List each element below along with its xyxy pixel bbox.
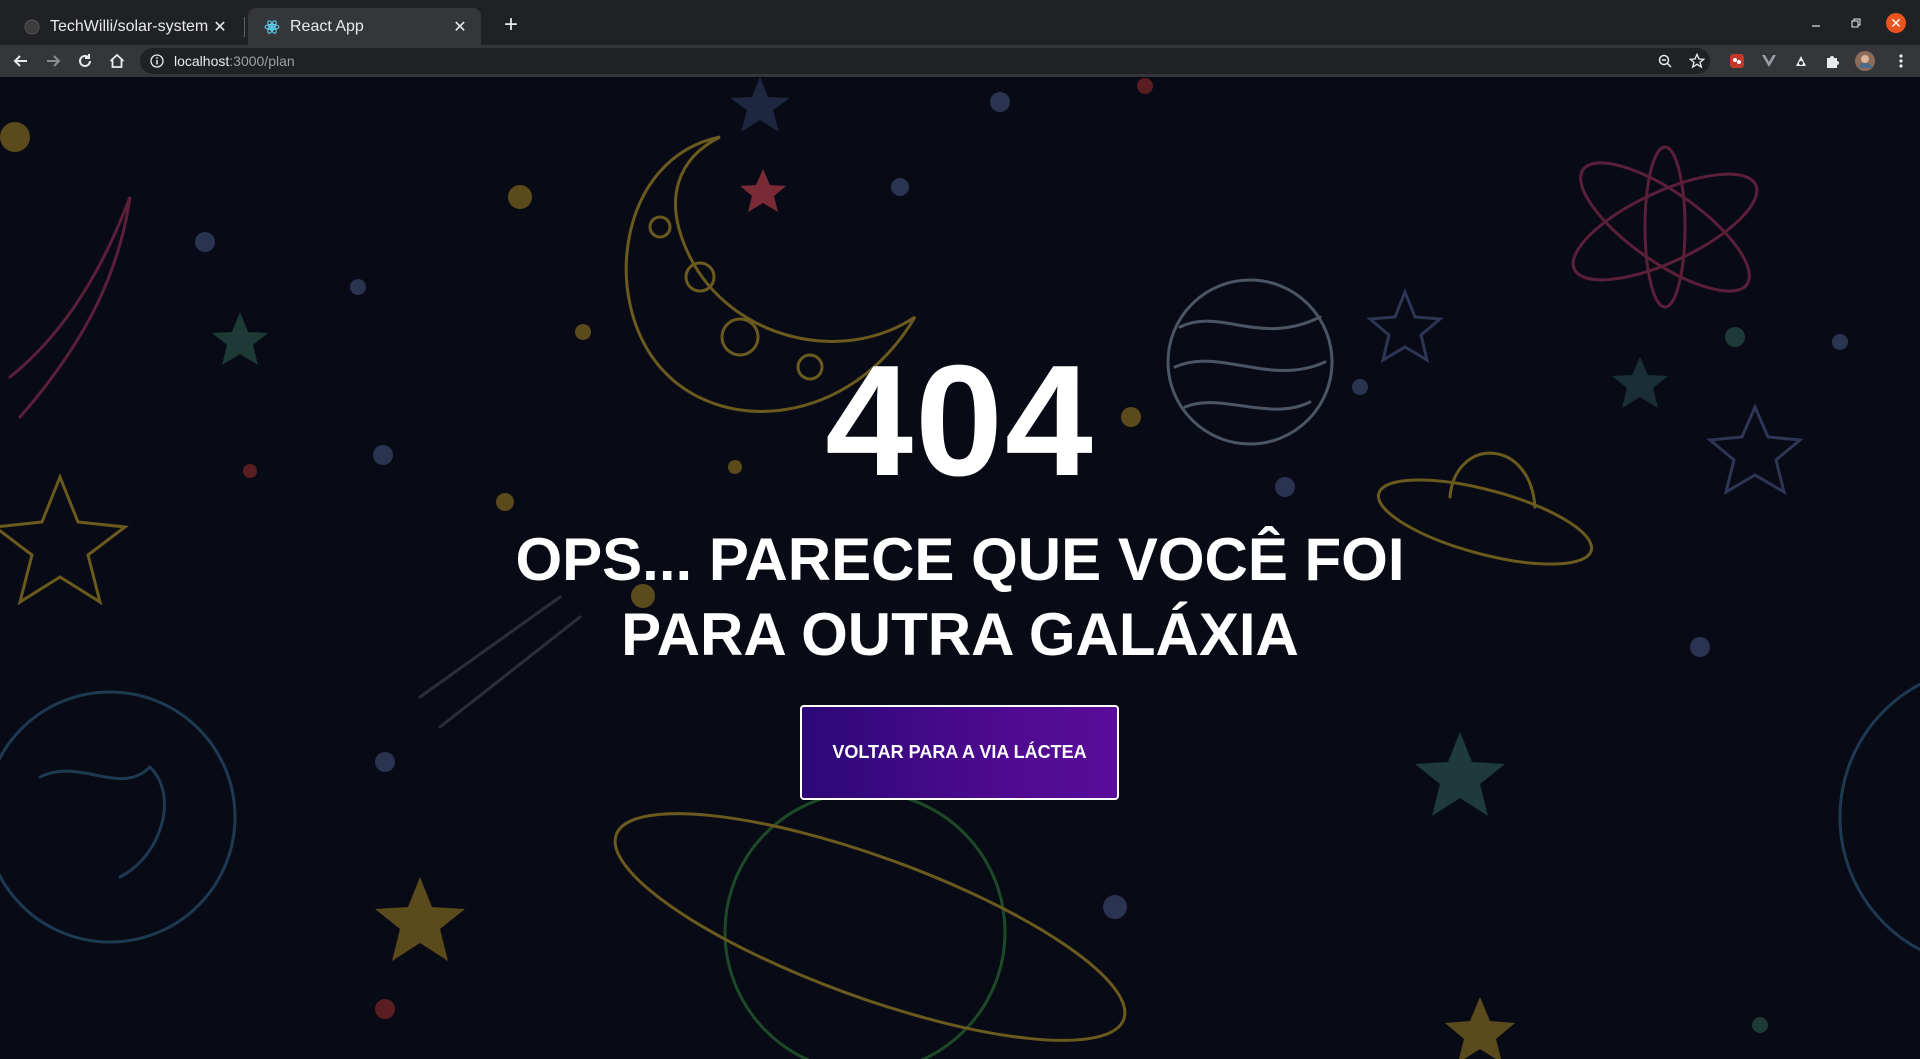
tab-react-app[interactable]: React App ✕: [248, 8, 481, 45]
react-icon: [264, 19, 280, 35]
close-window-button[interactable]: ✕: [1882, 10, 1910, 36]
back-icon[interactable]: [9, 49, 33, 73]
info-icon[interactable]: [150, 54, 164, 68]
restore-icon[interactable]: [1842, 10, 1870, 36]
profile-avatar[interactable]: [1854, 50, 1876, 72]
url-host: localhost: [174, 53, 230, 69]
browser-toolbar: localhost:3000/plan: [0, 45, 1920, 77]
github-icon: [24, 19, 40, 35]
address-bar[interactable]: localhost:3000/plan: [140, 48, 1710, 74]
not-found-content: 404 OPS... PARECE QUE VOCÊ FOI PARA OUTR…: [0, 77, 1920, 1059]
url-path: :3000/plan: [229, 53, 295, 69]
tab-title: TechWilli/solar-system: [50, 17, 209, 35]
page-viewport: 404 OPS... PARECE QUE VOCÊ FOI PARA OUTR…: [0, 77, 1920, 1059]
home-icon[interactable]: [105, 49, 129, 73]
error-code: 404: [825, 333, 1095, 509]
error-message: OPS... PARECE QUE VOCÊ FOI PARA OUTRA GA…: [0, 522, 1920, 672]
zoom-icon[interactable]: [1654, 50, 1676, 72]
back-to-milky-way-button[interactable]: VOLTAR PARA A VIA LÁCTEA: [800, 705, 1119, 800]
extensions-puzzle-icon[interactable]: [1822, 50, 1844, 72]
menu-icon[interactable]: [1890, 50, 1912, 72]
error-message-line2: PARA OUTRA GALÁXIA: [621, 601, 1299, 668]
tab-github[interactable]: TechWilli/solar-system ✕: [8, 8, 241, 45]
extension-dark-icon[interactable]: [1790, 50, 1812, 72]
reload-icon[interactable]: [73, 49, 97, 73]
close-icon[interactable]: ✕: [451, 18, 469, 36]
close-icon: ✕: [1886, 13, 1906, 33]
error-message-line1: OPS... PARECE QUE VOCÊ FOI: [515, 526, 1405, 593]
new-tab-button[interactable]: +: [497, 12, 525, 40]
extension-vue-icon[interactable]: [1758, 50, 1780, 72]
extension-red-icon[interactable]: [1726, 50, 1748, 72]
forward-icon[interactable]: [41, 49, 65, 73]
tab-title: React App: [290, 17, 364, 35]
tab-strip: TechWilli/solar-system ✕ React App ✕ + ✕: [0, 0, 1920, 45]
close-icon[interactable]: ✕: [211, 18, 229, 36]
url-text: localhost:3000/plan: [174, 53, 295, 69]
tab-separator: [244, 17, 245, 37]
bookmark-star-icon[interactable]: [1686, 50, 1708, 72]
minimize-icon[interactable]: [1802, 10, 1830, 36]
